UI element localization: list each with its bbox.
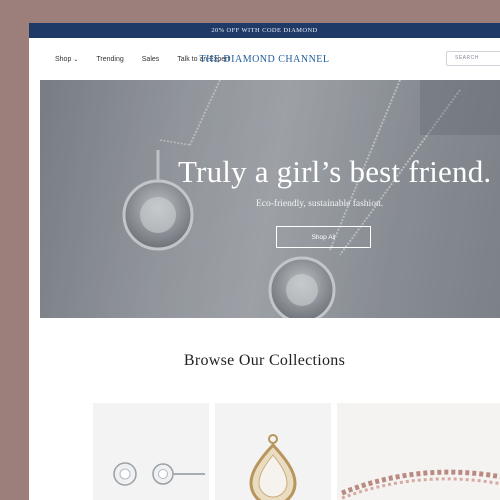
promo-text: 20% OFF WITH CODE DIAMOND: [211, 27, 318, 34]
collection-tile-earrings[interactable]: [93, 403, 209, 500]
collection-tile-pendants[interactable]: [215, 403, 331, 500]
shop-all-button[interactable]: Shop All: [276, 226, 371, 248]
hero-subtitle: Eco-friendly, sustainable fashion.: [256, 199, 384, 209]
brand-logo[interactable]: THE DIAMOND CHANNEL: [199, 54, 329, 65]
nav-shop[interactable]: Shop ⌄: [55, 56, 78, 63]
nav-shop-label: Shop: [55, 55, 72, 63]
chevron-down-icon: ⌄: [73, 56, 79, 63]
top-nav: Shop ⌄ Trending Sales Talk to an Expert T…: [29, 38, 500, 80]
pear-pendant-image: [249, 434, 297, 500]
hero-banner: Truly a girl’s best friend. Eco-friendly…: [40, 80, 500, 318]
collection-tile-bracelets[interactable]: [337, 403, 500, 500]
collections-heading: Browse Our Collections: [183, 352, 346, 369]
nav-trending[interactable]: Trending: [96, 56, 123, 63]
store-page: 20% OFF WITH CODE DIAMOND Shop ⌄ Trending…: [29, 23, 500, 500]
search-input[interactable]: SEARCH: [446, 51, 500, 66]
nav-sales[interactable]: Sales: [142, 56, 160, 63]
promo-bar: 20% OFF WITH CODE DIAMOND: [29, 23, 500, 38]
stud-earrings-image: [113, 462, 205, 486]
bracelet-image: [341, 469, 500, 500]
brand-name: THE DIAMOND CHANNEL: [199, 54, 330, 65]
hero-title: Truly a girl’s best friend.: [178, 154, 492, 189]
search-placeholder: SEARCH: [455, 55, 479, 61]
